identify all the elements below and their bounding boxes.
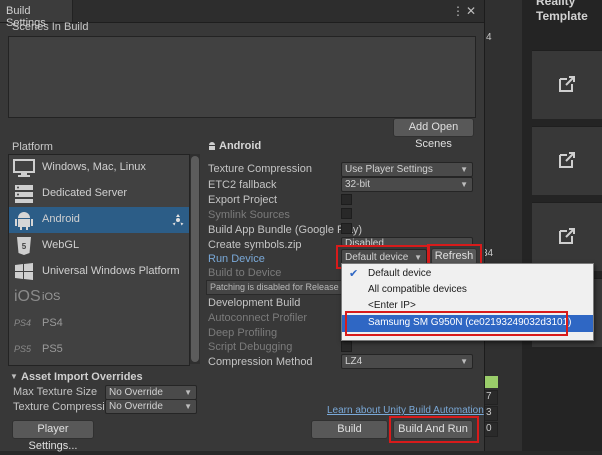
etc2-fallback-dropdown[interactable]: 32-bit ▼	[341, 177, 473, 192]
create-symbols-dropdown[interactable]: Disabled	[341, 237, 473, 246]
menu-item-enter-ip[interactable]: <Enter IP>	[342, 298, 593, 314]
scenes-in-build-label: Scenes In Build	[12, 21, 89, 33]
etc2-fallback-label: ETC2 fallback	[208, 179, 277, 191]
dropdown-arrow-icon: ▼	[184, 388, 192, 397]
platform-item-webgl[interactable]: 5 WebGL	[9, 233, 189, 259]
max-texture-size-dropdown[interactable]: No Override ▼	[105, 385, 197, 400]
symlink-sources-label: Symlink Sources	[208, 209, 290, 221]
export-project-label: Export Project	[208, 194, 278, 206]
asset-import-overrides-label: Asset Import Overrides	[21, 371, 143, 383]
windows-icon	[15, 263, 33, 280]
platform-item-label: WebGL	[42, 239, 80, 251]
patching-note: Patching is disabled for Release build	[206, 280, 345, 295]
symlink-sources-checkbox[interactable]	[341, 208, 352, 219]
dropdown-arrow-icon: ▼	[460, 180, 468, 189]
add-open-scenes-button[interactable]: Add Open Scenes	[393, 118, 474, 150]
menu-item-samsung-device[interactable]: Samsung SM G950N (ce02193249032d3101)	[342, 315, 593, 332]
compression-method-label: Compression Method	[208, 356, 313, 368]
asset-tile[interactable]	[532, 50, 602, 119]
platform-item-label: Dedicated Server	[42, 187, 127, 199]
checkmark-icon: ✔	[349, 268, 359, 280]
build-to-device-label: Build to Device	[208, 267, 282, 279]
monitor-icon	[13, 159, 35, 177]
platform-item-dedicated-server[interactable]: Dedicated Server	[9, 181, 189, 207]
run-device-label: Run Device	[208, 253, 265, 265]
menu-item-all-compatible[interactable]: All compatible devices	[342, 282, 593, 298]
build-button[interactable]: Build	[311, 420, 388, 439]
texture-compression-label: Texture Compression	[208, 163, 312, 175]
platform-item-ps4[interactable]: PS4 PS4	[9, 311, 189, 337]
ps4-text-icon: PS4	[14, 318, 32, 328]
texture-compression-override-dropdown[interactable]: No Override ▼	[105, 399, 197, 414]
development-build-label: Development Build	[208, 297, 301, 309]
open-external-icon	[559, 228, 575, 244]
html5-icon: 5	[17, 237, 31, 255]
platform-item-label: iOS	[42, 291, 61, 303]
max-texture-size-label: Max Texture Size	[13, 386, 98, 398]
dropdown-arrow-icon: ▼	[460, 165, 468, 174]
build-settings-window: Build Settings ⋮ ✕ Scenes In Build Add O…	[0, 0, 485, 452]
dropdown-arrow-icon: ▼	[184, 402, 192, 411]
build-app-bundle-checkbox[interactable]	[341, 223, 352, 234]
platform-label: Platform	[12, 141, 53, 153]
create-symbols-label: Create symbols.zip	[208, 239, 302, 251]
android-small-icon	[209, 142, 215, 150]
platform-item-label: Android	[42, 213, 80, 225]
platform-item-android[interactable]: Android	[9, 207, 189, 233]
autoconnect-profiler-label: Autoconnect Profiler	[208, 312, 308, 324]
ps5-text-icon: PS5	[14, 344, 32, 354]
script-debugging-checkbox[interactable]	[341, 341, 352, 352]
platform-item-ps5[interactable]: PS5 PS5	[9, 337, 189, 363]
open-external-icon	[559, 76, 575, 92]
background-color-swatch	[484, 376, 498, 388]
asset-tile[interactable]	[532, 126, 602, 195]
background-panel-title: Reality Template	[536, 0, 588, 23]
script-debugging-label: Script Debugging	[208, 341, 293, 353]
learn-build-automation-link[interactable]: Learn about Unity Build Automation	[327, 405, 484, 416]
menu-item-default-device[interactable]: ✔ Default device	[342, 266, 593, 282]
platform-item-label: Windows, Mac, Linux	[42, 161, 146, 173]
android-heading: Android	[219, 140, 262, 152]
unity-target-icon	[172, 214, 184, 226]
ios-text-icon: iOS	[14, 288, 41, 305]
open-external-icon	[559, 152, 575, 168]
background-asset-panel: Reality Template	[522, 0, 602, 451]
kebab-icon[interactable]: ⋮	[452, 4, 464, 18]
build-and-run-button[interactable]: Build And Run	[393, 420, 473, 439]
window-titlebar: Build Settings ⋮ ✕	[0, 0, 484, 29]
platform-item-windows-mac-linux[interactable]: Windows, Mac, Linux	[9, 155, 189, 181]
run-device-menu: ✔ Default device All compatible devices …	[341, 263, 594, 341]
compression-method-dropdown[interactable]: LZ4 ▼	[341, 354, 473, 369]
scrollbar-thumb[interactable]	[191, 156, 199, 362]
window-tab[interactable]: Build Settings	[0, 0, 73, 29]
foldout-arrow-icon[interactable]: ▼	[10, 372, 18, 381]
platform-item-uwp[interactable]: Universal Windows Platform	[9, 259, 189, 285]
asset-tile[interactable]	[532, 202, 602, 271]
platform-item-ios[interactable]: iOS iOS	[9, 285, 189, 311]
server-icon	[15, 185, 33, 203]
build-app-bundle-label: Build App Bundle (Google Play)	[208, 224, 363, 236]
platform-item-label: Universal Windows Platform	[42, 265, 180, 277]
dropdown-arrow-icon: ▼	[460, 357, 468, 366]
android-icon	[15, 212, 33, 230]
close-icon[interactable]: ✕	[466, 4, 476, 18]
platform-item-label: PS5	[42, 343, 63, 355]
player-settings-button[interactable]: Player Settings...	[12, 420, 94, 452]
scenes-list[interactable]	[8, 36, 476, 118]
export-project-checkbox[interactable]	[341, 194, 352, 205]
background-value: 4	[486, 32, 492, 43]
texture-compression-dropdown[interactable]: Use Player Settings ▼	[341, 162, 473, 177]
texture-compression-override-label: Texture Compression	[13, 401, 117, 413]
svg-text:5: 5	[22, 242, 27, 251]
platform-scrollbar[interactable]	[190, 154, 200, 364]
platform-item-label: PS4	[42, 317, 63, 329]
deep-profiling-label: Deep Profiling	[208, 327, 278, 339]
platform-list[interactable]: Windows, Mac, Linux Dedicated Server And…	[8, 154, 190, 366]
